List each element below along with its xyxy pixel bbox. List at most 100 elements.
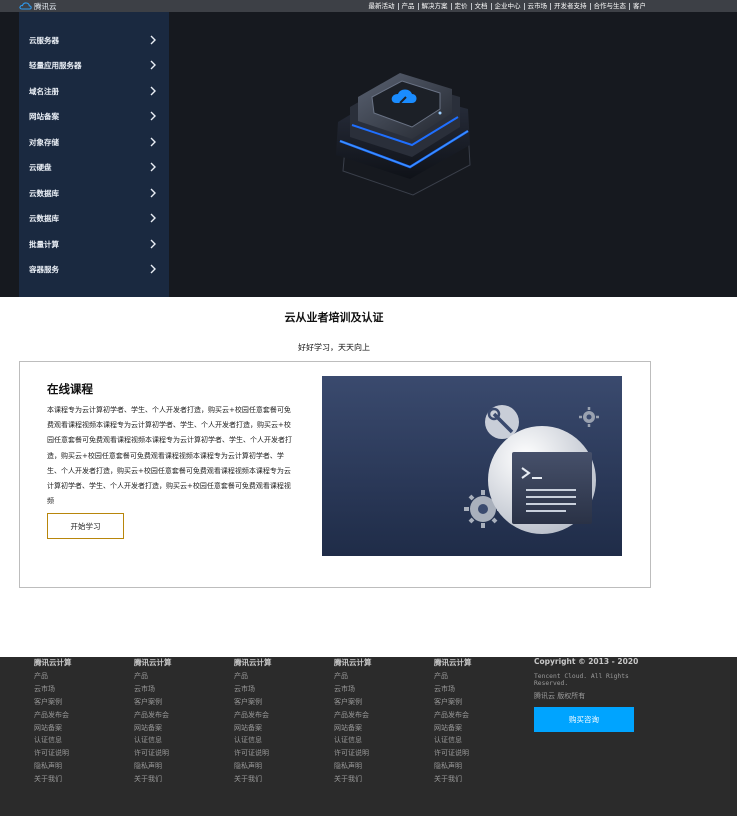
course-title: 在线课程 — [47, 382, 93, 396]
company-text: Tencent Cloud. All Rights Reserved. — [534, 672, 629, 687]
copyright-text: Copyright © 2013 - 2020 — [534, 657, 639, 666]
footer-column: 腾讯云计算 产品 云市场 客户案例 产品发布会 网站备案 认证信息 许可证说明 … — [434, 657, 472, 786]
footer-link[interactable]: 产品 — [134, 670, 172, 683]
sidebar-item-label: 对象存储 — [29, 137, 59, 147]
footer-link[interactable]: 许可证说明 — [134, 747, 172, 760]
start-learning-button[interactable]: 开始学习 — [47, 513, 124, 539]
footer-link[interactable]: 产品发布会 — [34, 709, 72, 722]
footer-link[interactable]: 客户案例 — [334, 696, 372, 709]
footer-link[interactable]: 客户案例 — [134, 696, 172, 709]
footer-link[interactable]: 隐私声明 — [334, 760, 372, 773]
footer-link[interactable]: 关于我们 — [434, 773, 472, 786]
footer-link[interactable]: 认证信息 — [34, 734, 72, 747]
footer-link[interactable]: 云市场 — [34, 683, 72, 696]
sidebar-item-label: 域名注册 — [29, 86, 59, 96]
sidebar-item-label: 云服务器 — [29, 35, 59, 45]
nav-item-docs[interactable]: 文档 — [472, 0, 491, 12]
nav-item-activities[interactable]: 最新活动 — [366, 0, 398, 12]
footer-link[interactable]: 隐私声明 — [34, 760, 72, 773]
footer-link[interactable]: 隐私声明 — [134, 760, 172, 773]
nav-item-customers[interactable]: 客户 — [630, 0, 649, 12]
sidebar-item-batch[interactable]: 批量计算 — [19, 236, 169, 252]
chevron-right-icon — [150, 188, 156, 198]
footer-link[interactable]: 云市场 — [234, 683, 272, 696]
footer-link[interactable]: 产品 — [334, 670, 372, 683]
course-description: 本课程专为云计算初学者、学生、个人开发者打造，购买云+校园任意套餐可免费观看课程… — [47, 406, 292, 506]
footer-link[interactable]: 云市场 — [334, 683, 372, 696]
footer-link[interactable]: 隐私声明 — [234, 760, 272, 773]
chevron-right-icon — [150, 86, 156, 96]
rights-text: 腾讯云 版权所有 — [534, 691, 586, 700]
nav-item-enterprise[interactable]: 企业中心 — [492, 0, 524, 12]
sidebar-item-cvm[interactable]: 云服务器 — [19, 32, 169, 48]
footer-link[interactable]: 产品发布会 — [334, 709, 372, 722]
cloud-logo-icon — [19, 2, 32, 10]
footer-link[interactable]: 网站备案 — [34, 722, 72, 735]
footer-link[interactable]: 产品 — [34, 670, 72, 683]
footer-link[interactable]: 隐私声明 — [434, 760, 472, 773]
footer-link[interactable]: 认证信息 — [434, 734, 472, 747]
footer-column-title: 腾讯云计算 — [134, 658, 172, 667]
footer-link[interactable]: 关于我们 — [334, 773, 372, 786]
product-sidebar: 云服务器 轻量应用服务器 域名注册 网站备案 对象存储 云硬盘 云数据库 云数据… — [19, 12, 169, 297]
footer-link[interactable]: 客户案例 — [234, 696, 272, 709]
footer-link[interactable]: 产品 — [434, 670, 472, 683]
footer-column-title: 腾讯云计算 — [234, 658, 272, 667]
chevron-right-icon — [150, 264, 156, 274]
footer-link[interactable]: 认证信息 — [134, 734, 172, 747]
chevron-right-icon — [150, 111, 156, 121]
footer-link[interactable]: 许可证说明 — [334, 747, 372, 760]
footer-link[interactable]: 云市场 — [434, 683, 472, 696]
section-subtitle: 好好学习，天天向上 — [298, 343, 370, 352]
nav-item-products[interactable]: 产品 — [399, 0, 418, 12]
footer-link[interactable]: 网站备案 — [434, 722, 472, 735]
nav-item-partners[interactable]: 合作与生态 — [591, 0, 630, 12]
sidebar-item-lighthouse[interactable]: 轻量应用服务器 — [19, 57, 169, 73]
course-illustration — [322, 376, 622, 556]
chevron-right-icon — [150, 137, 156, 147]
footer-link[interactable]: 客户案例 — [434, 696, 472, 709]
sidebar-item-domain[interactable]: 域名注册 — [19, 83, 169, 99]
footer-link[interactable]: 产品发布会 — [234, 709, 272, 722]
footer-link[interactable]: 云市场 — [134, 683, 172, 696]
nav-item-marketplace[interactable]: 云市场 — [525, 0, 551, 12]
footer-link[interactable]: 许可证说明 — [34, 747, 72, 760]
footer-link[interactable]: 认证信息 — [234, 734, 272, 747]
footer-link[interactable]: 关于我们 — [134, 773, 172, 786]
footer-link[interactable]: 网站备案 — [234, 722, 272, 735]
nav-item-developer[interactable]: 开发者支持 — [551, 0, 590, 12]
sidebar-item-cdb-2[interactable]: 云数据库 — [19, 210, 169, 226]
footer-column: 腾讯云计算 产品 云市场 客户案例 产品发布会 网站备案 认证信息 许可证说明 … — [234, 657, 272, 786]
footer-link[interactable]: 客户案例 — [34, 696, 72, 709]
section-title: 云从业者培训及认证 — [284, 311, 384, 324]
footer-link[interactable]: 认证信息 — [334, 734, 372, 747]
site-footer: 腾讯云计算 产品 云市场 客户案例 产品发布会 网站备案 认证信息 许可证说明 … — [0, 657, 737, 816]
footer-link[interactable]: 产品发布会 — [134, 709, 172, 722]
sidebar-item-cdb[interactable]: 云数据库 — [19, 185, 169, 201]
footer-link[interactable]: 许可证说明 — [434, 747, 472, 760]
footer-link[interactable]: 关于我们 — [34, 773, 72, 786]
footer-link[interactable]: 产品发布会 — [434, 709, 472, 722]
top-nav: 最新活动 产品 解决方案 定价 文档 企业中心 云市场 开发者支持 合作与生态 … — [366, 0, 650, 12]
sidebar-item-icp[interactable]: 网站备案 — [19, 108, 169, 124]
nav-item-solutions[interactable]: 解决方案 — [419, 0, 451, 12]
footer-copyright-block: Copyright © 2013 - 2020 Tencent Cloud. A… — [534, 657, 644, 732]
chevron-right-icon — [150, 239, 156, 249]
footer-column-title: 腾讯云计算 — [334, 658, 372, 667]
buy-consult-button[interactable]: 购买咨询 — [534, 706, 634, 732]
footer-link[interactable]: 产品 — [234, 670, 272, 683]
nav-item-pricing[interactable]: 定价 — [452, 0, 471, 12]
sidebar-item-cos[interactable]: 对象存储 — [19, 134, 169, 150]
course-card: 在线课程 本课程专为云计算初学者、学生、个人开发者打造，购买云+校园任意套餐可免… — [19, 361, 651, 588]
sidebar-item-cbs[interactable]: 云硬盘 — [19, 159, 169, 175]
sidebar-item-container[interactable]: 容器服务 — [19, 261, 169, 277]
footer-link[interactable]: 网站备案 — [334, 722, 372, 735]
footer-link[interactable]: 网站备案 — [134, 722, 172, 735]
chevron-right-icon — [150, 60, 156, 70]
hexagon-cloud-illustration — [336, 73, 471, 196]
footer-link[interactable]: 许可证说明 — [234, 747, 272, 760]
sidebar-item-label: 批量计算 — [29, 239, 59, 249]
logo[interactable]: 腾讯云 — [19, 1, 57, 11]
footer-link[interactable]: 关于我们 — [234, 773, 272, 786]
sidebar-item-label: 轻量应用服务器 — [29, 60, 82, 70]
